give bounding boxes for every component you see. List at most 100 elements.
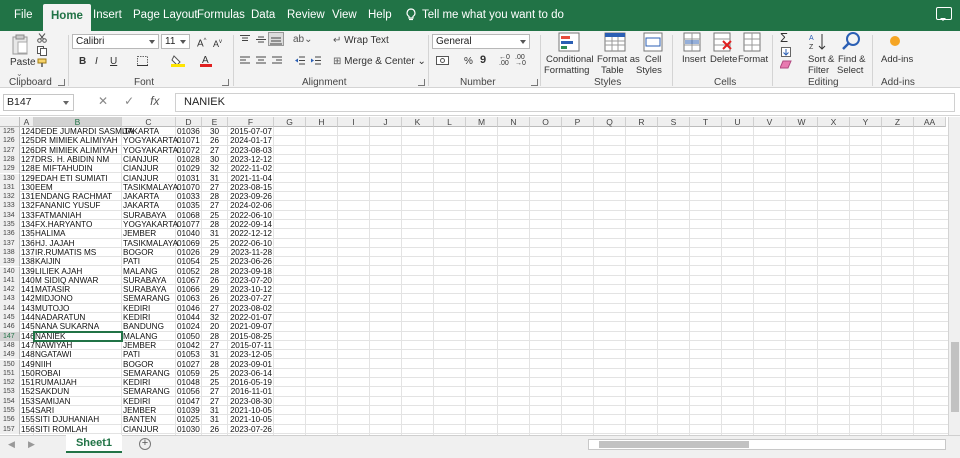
column-header[interactable]: C: [122, 117, 176, 127]
cell-a[interactable]: 147: [21, 341, 35, 350]
cell-e[interactable]: 29: [203, 248, 226, 257]
cell-f[interactable]: 2023-11-28: [229, 248, 272, 257]
row-header[interactable]: 155: [0, 406, 20, 416]
cell-f[interactable]: 2023-09-26: [229, 192, 272, 201]
cell-b[interactable]: DRS. H. ABIDIN NM: [35, 155, 120, 164]
cell-d[interactable]: 01063: [177, 294, 200, 303]
horizontal-scroll-thumb[interactable]: [599, 441, 749, 448]
tab-view[interactable]: View: [332, 0, 357, 31]
cell-f[interactable]: 2021-11-04: [229, 174, 272, 183]
tab-help[interactable]: Help: [368, 0, 392, 31]
row-header[interactable]: 133: [0, 201, 20, 211]
column-header[interactable]: Y: [850, 117, 882, 127]
cell-f[interactable]: 2023-09-18: [229, 267, 272, 276]
cell-e[interactable]: 28: [203, 220, 226, 229]
row-header[interactable]: 127: [0, 145, 20, 155]
cut-icon[interactable]: [37, 33, 47, 43]
cell-c[interactable]: YOGYAKARTA: [123, 146, 178, 155]
column-header[interactable]: Z: [882, 117, 914, 127]
column-header[interactable]: L: [434, 117, 466, 127]
number-format-select[interactable]: General: [432, 34, 530, 49]
cell-e[interactable]: 26: [203, 276, 226, 285]
cell-d[interactable]: 01036: [177, 127, 200, 136]
cell-c[interactable]: JEMBER: [123, 341, 174, 350]
cell-a[interactable]: 154: [21, 406, 35, 415]
clipboard-dialog-launcher-icon[interactable]: [58, 79, 65, 86]
tab-insert[interactable]: Insert: [93, 0, 122, 31]
cell-e[interactable]: 27: [203, 341, 226, 350]
clear-icon[interactable]: [780, 60, 792, 69]
column-header[interactable]: U: [722, 117, 754, 127]
cell-f[interactable]: 2023-07-27: [229, 294, 272, 303]
row-header[interactable]: 148: [0, 340, 20, 351]
column-header[interactable]: AA: [914, 117, 946, 127]
column-header[interactable]: D: [176, 117, 202, 127]
orientation-icon[interactable]: ab⌄: [293, 34, 313, 45]
cell-b[interactable]: ROBAI: [35, 369, 120, 378]
cell-c[interactable]: PATI: [123, 350, 174, 359]
borders-icon[interactable]: [137, 56, 148, 66]
cell-a[interactable]: 141: [21, 285, 35, 294]
cell-a[interactable]: 132: [21, 201, 35, 210]
row-header[interactable]: 140: [0, 266, 20, 276]
cell-f[interactable]: 2021-09-07: [229, 322, 272, 331]
fill-color-icon[interactable]: [171, 54, 185, 67]
sort-filter-label-2[interactable]: Filter: [808, 65, 829, 76]
column-header[interactable]: O: [530, 117, 562, 127]
insert-cells-label[interactable]: Insert: [682, 54, 706, 65]
cell-e[interactable]: 28: [203, 267, 226, 276]
cell-a[interactable]: 146: [21, 332, 35, 341]
cell-styles-label[interactable]: Cell: [645, 54, 661, 65]
row-header[interactable]: 156: [0, 415, 20, 425]
cell-e[interactable]: 32: [203, 313, 226, 322]
cell-a[interactable]: 148: [21, 350, 35, 359]
row-header[interactable]: 126: [0, 136, 20, 146]
cell-f[interactable]: 2015-07-07: [229, 127, 272, 136]
comma-style-button[interactable]: 9: [480, 55, 486, 66]
cell-c[interactable]: YOGYAKARTA: [123, 136, 178, 145]
row-header[interactable]: 139: [0, 257, 20, 267]
cell-a[interactable]: 125: [21, 136, 35, 145]
cell-e[interactable]: 25: [203, 257, 226, 266]
column-header[interactable]: S: [658, 117, 690, 127]
cell-a[interactable]: 127: [21, 155, 35, 164]
cell-d[interactable]: 01048: [177, 378, 200, 387]
cell-e[interactable]: 31: [203, 350, 226, 359]
align-bottom-icon[interactable]: [268, 32, 284, 46]
tab-home[interactable]: Home: [43, 4, 91, 31]
tell-me-search[interactable]: Tell me what you want to do: [406, 0, 564, 31]
column-header[interactable]: B: [34, 117, 122, 127]
cell-b[interactable]: FX.HARYANTO: [35, 220, 120, 229]
row-header[interactable]: 149: [0, 350, 20, 360]
cell-d[interactable]: 01030: [177, 425, 200, 434]
cell-c[interactable]: KEDIRI: [123, 313, 174, 322]
cell-a[interactable]: 143: [21, 304, 35, 313]
column-header[interactable]: X: [818, 117, 850, 127]
cell-e[interactable]: 27: [203, 397, 226, 406]
cell-f[interactable]: 2016-05-19: [229, 378, 272, 387]
cell-d[interactable]: 01044: [177, 313, 200, 322]
font-dialog-launcher-icon[interactable]: [222, 79, 229, 86]
cell-c[interactable]: SURABAYA: [123, 211, 174, 220]
name-box[interactable]: B147: [3, 94, 74, 111]
cell-d[interactable]: 01025: [177, 415, 200, 424]
cell-a[interactable]: 153: [21, 397, 35, 406]
decrease-indent-icon[interactable]: [295, 56, 305, 65]
cell-a[interactable]: 129: [21, 174, 35, 183]
alignment-dialog-launcher-icon[interactable]: [418, 79, 425, 86]
column-header[interactable]: P: [562, 117, 594, 127]
conditional-formatting-label-2[interactable]: Formatting: [544, 65, 589, 76]
cell-d[interactable]: 01067: [177, 276, 200, 285]
column-header[interactable]: A: [20, 117, 34, 127]
conditional-formatting-label[interactable]: Conditional: [546, 54, 594, 65]
cell-a[interactable]: 152: [21, 387, 35, 396]
column-header[interactable]: H: [306, 117, 338, 127]
column-header[interactable]: V: [754, 117, 786, 127]
find-select-label[interactable]: Find &: [838, 54, 865, 65]
find-select-label-2[interactable]: Select: [837, 65, 863, 76]
cell-e[interactable]: 27: [203, 387, 226, 396]
cell-d[interactable]: 01056: [177, 387, 200, 396]
cell-b[interactable]: MUTOJO: [35, 304, 120, 313]
cell-c[interactable]: SURABAYA: [123, 276, 174, 285]
cell-e[interactable]: 31: [203, 174, 226, 183]
